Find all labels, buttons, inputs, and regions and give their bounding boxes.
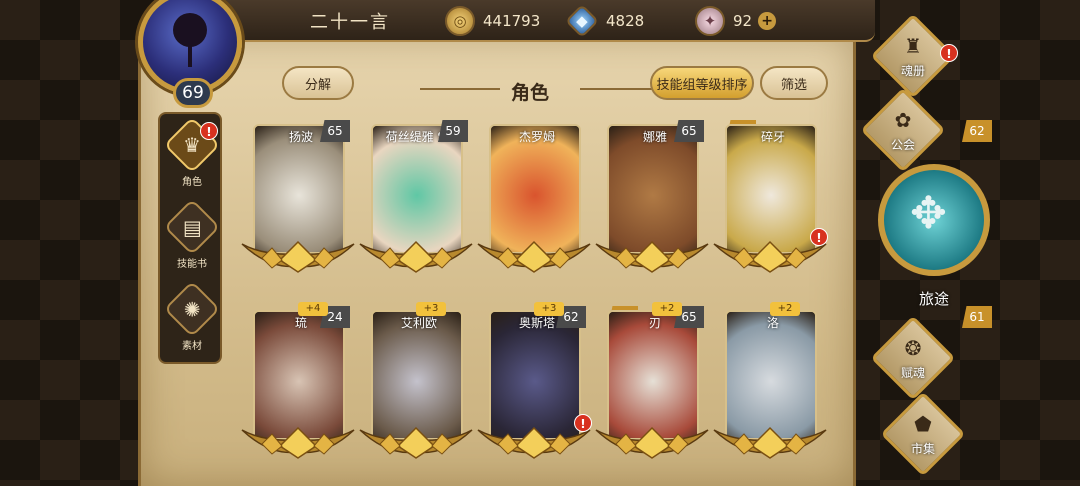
character-level: 59 <box>438 120 468 142</box>
character-portrait: 洛 <box>725 310 817 440</box>
character-card[interactable]: 扬波 65 <box>241 120 355 284</box>
star-bonus-badge: +2 <box>652 302 682 316</box>
character-portrait: 刃 <box>607 310 699 440</box>
player-avatar[interactable]: 69 <box>128 0 250 112</box>
character-portrait: 荷丝缇雅 SP <box>371 124 463 254</box>
panel-title: 角色 <box>510 82 549 104</box>
player-level-badge: 69 <box>173 78 213 108</box>
character-name: 艾利欧 <box>400 316 437 330</box>
journey-label: 旅途 <box>918 290 949 308</box>
character-level: 62 <box>962 120 992 142</box>
character-card[interactable]: 奥斯塔 62 +3! <box>477 302 592 470</box>
market-label: 市集 <box>910 442 935 456</box>
blue-gem-icon: ◆ <box>565 4 599 38</box>
character-card[interactable]: 洛 61 +2 <box>713 302 992 470</box>
soul-book-button[interactable]: ♜ 魂册 ! <box>868 13 958 99</box>
top-bar: 二十一言 ◎ 441793 ◆ 4828 ✦ 92 + <box>205 0 875 42</box>
rank-wings-icon <box>713 426 827 459</box>
character-card[interactable]: 碎牙 62! <box>713 120 992 284</box>
sidebar-item-label: 角色 <box>182 176 202 188</box>
talent-icon: ❂ <box>904 336 922 360</box>
character-name: 杰罗姆 <box>518 130 555 144</box>
rank-wings-icon <box>241 240 355 273</box>
character-portrait: 娜雅 <box>607 124 699 254</box>
guild-label: 公会 <box>890 138 915 152</box>
sidebar-item-label: 技能书 <box>177 258 207 270</box>
character-portrait: 扬波 <box>253 124 345 254</box>
character-card[interactable]: 荷丝缇雅 SP 59 <box>359 120 473 284</box>
character-card[interactable]: 娜雅 65 <box>595 120 709 284</box>
avatar-figure-icon <box>173 13 207 47</box>
star-bonus-badge: +2 <box>770 302 800 316</box>
add-crystal-button[interactable]: + <box>758 12 777 30</box>
rank-wings-icon <box>595 426 709 459</box>
decompose-button[interactable]: 分解 <box>282 66 354 100</box>
character-card[interactable]: 刃 65 +2 <box>595 302 709 470</box>
character-name: 洛 <box>766 316 779 330</box>
star-bonus-badge: +4 <box>298 302 328 316</box>
rank-wings-icon <box>359 240 473 273</box>
character-card[interactable]: 艾利欧65+3 <box>359 302 638 470</box>
character-portrait: 艾利欧 <box>371 310 463 440</box>
player-name[interactable]: 二十一言 <box>310 8 390 34</box>
rank-wings-icon <box>359 426 473 459</box>
talent-button[interactable]: ❂ 赋魂 <box>868 315 958 401</box>
alert-badge: ! <box>810 228 828 246</box>
rank-wings-icon <box>595 240 709 273</box>
gold-resource: ◎ 441793 <box>445 4 540 38</box>
crystal-value: 92 <box>733 12 753 30</box>
left-sidebar: ♛ 角色 ! ▤ 技能书 ✺ 素材 <box>158 112 222 364</box>
filter-button[interactable]: 筛选 <box>760 66 828 100</box>
character-name: 碎牙 <box>760 130 785 144</box>
crystal-resource: ✦ 92 + <box>695 4 777 38</box>
title-ornament <box>580 88 660 90</box>
character-portrait: 杰罗姆 <box>489 124 581 254</box>
market-icon: ⬟ <box>914 412 932 436</box>
material-icon: ✺ <box>163 280 221 337</box>
journey-emblem-icon: ✥ <box>910 188 947 239</box>
gold-value: 441793 <box>483 12 541 30</box>
sidebar-item-character[interactable]: ♛ 角色 ! <box>160 116 224 194</box>
sidebar-item-material[interactable]: ✺ 素材 <box>160 280 224 358</box>
pink-crystal-icon: ✦ <box>695 6 725 36</box>
character-portrait: 奥斯塔 <box>489 310 581 440</box>
title-ornament <box>420 88 500 90</box>
alert-badge: ! <box>200 122 218 140</box>
gem-resource: ◆ 4828 <box>565 4 645 38</box>
sort-by-skill-level-button[interactable]: 技能组等级排序 <box>650 66 754 100</box>
rank-wings-icon <box>477 240 591 273</box>
character-level: 65 <box>320 120 350 142</box>
rank-wings-icon <box>241 426 355 459</box>
character-portrait: 琉 <box>253 310 345 440</box>
talent-label: 赋魂 <box>900 366 925 380</box>
journey-button[interactable]: ✥ 旅途 <box>874 160 994 310</box>
market-button[interactable]: ⬟ 市集 <box>878 391 968 477</box>
character-card[interactable]: 琉 24 +4 <box>241 302 355 470</box>
alert-badge: ! <box>574 414 592 432</box>
sidebar-item-skillbook[interactable]: ▤ 技能书 <box>160 198 224 276</box>
character-level: 65 <box>674 120 704 142</box>
sidebar-item-label: 素材 <box>182 340 202 352</box>
character-portrait: 碎牙 <box>725 124 817 254</box>
gem-value: 4828 <box>606 12 645 30</box>
soul-book-label: 魂册 <box>900 64 925 78</box>
alert-badge: ! <box>940 44 958 62</box>
star-bonus-badge: +3 <box>416 302 446 316</box>
gold-coin-icon: ◎ <box>445 6 475 36</box>
star-bonus-badge: +3 <box>534 302 564 316</box>
character-card[interactable]: 杰罗姆67 <box>477 120 756 284</box>
guild-icon: ✿ <box>894 108 912 132</box>
skillbook-icon: ▤ <box>163 198 221 255</box>
